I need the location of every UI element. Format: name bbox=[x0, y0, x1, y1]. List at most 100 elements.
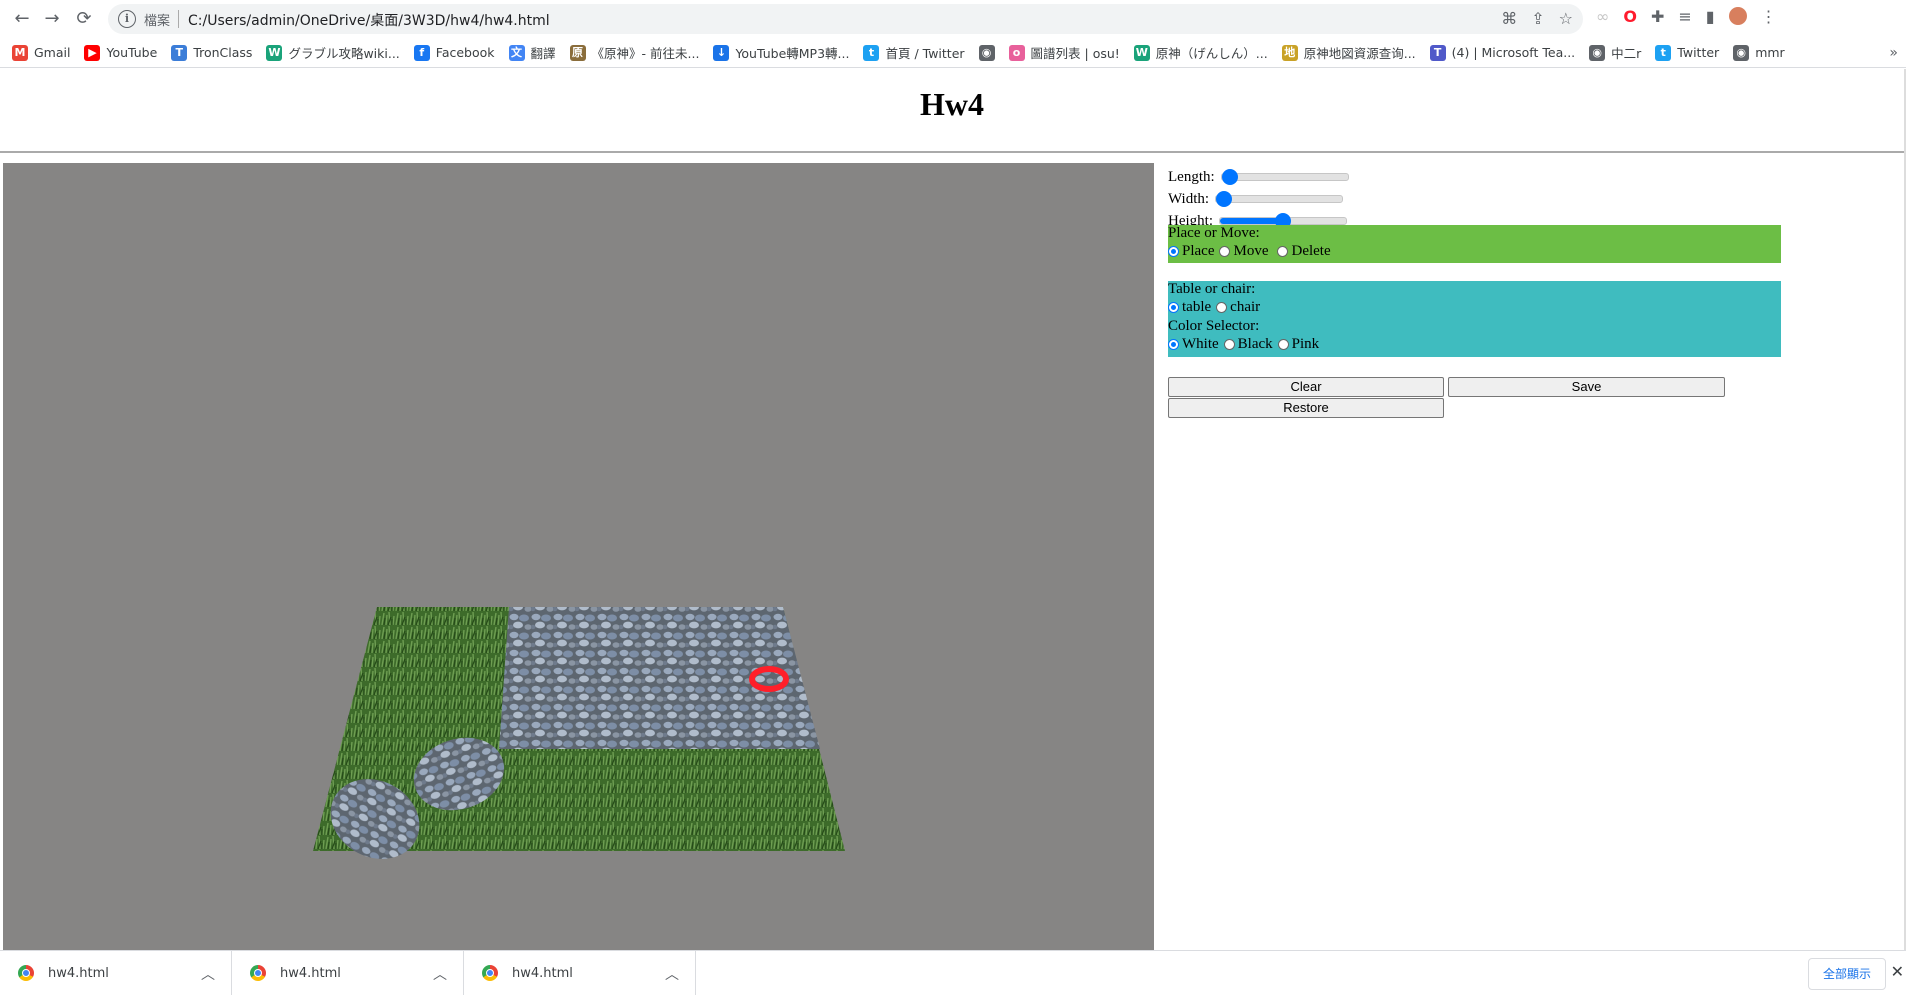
radio-button[interactable] bbox=[1277, 339, 1289, 350]
reading-list-icon[interactable]: ≡ bbox=[1678, 7, 1691, 26]
back-button[interactable]: ← bbox=[10, 7, 34, 31]
forward-button[interactable]: → bbox=[40, 7, 64, 31]
mode-heading: Place or Move: bbox=[1168, 225, 1260, 241]
facebook-icon: f bbox=[413, 44, 430, 61]
radio-label: Black bbox=[1237, 336, 1273, 352]
length-slider-thumb[interactable] bbox=[1221, 169, 1238, 185]
converter-icon: ↓ bbox=[713, 44, 730, 61]
height-slider[interactable] bbox=[1219, 213, 1347, 229]
bookmark-label: 中二r bbox=[1611, 46, 1642, 61]
mode-delete-radio[interactable]: Delete bbox=[1273, 243, 1331, 260]
radio-button[interactable] bbox=[1168, 339, 1179, 350]
mode-options: Place Move Delete bbox=[1168, 242, 1781, 261]
object-table-radio[interactable]: table bbox=[1168, 299, 1211, 316]
bookmarks-more-button[interactable]: » bbox=[1889, 45, 1898, 61]
bookmark-item[interactable]: T (4) | Microsoft Tea... bbox=[1429, 44, 1575, 61]
address-bar[interactable]: i 檔案 C:/Users/admin/OneDrive/桌面/3W3D/hw4… bbox=[108, 4, 1583, 34]
bookmark-star-icon[interactable]: ☆ bbox=[1559, 9, 1573, 28]
teams-icon: T bbox=[1429, 44, 1446, 61]
link-extension-icon[interactable]: ∞ bbox=[1596, 7, 1609, 26]
bookmark-item[interactable]: ◉ bbox=[978, 44, 995, 61]
bookmark-item[interactable]: ◉ mmr bbox=[1733, 44, 1785, 61]
width-slider[interactable] bbox=[1215, 191, 1344, 207]
bookmark-item[interactable]: t Twitter bbox=[1655, 44, 1720, 61]
radio-label: Pink bbox=[1291, 336, 1320, 352]
bookmark-item[interactable]: ◉ 中二r bbox=[1589, 43, 1641, 62]
chrome-file-icon bbox=[18, 965, 34, 981]
tronclass-icon: T bbox=[171, 44, 188, 61]
show-all-downloads-button[interactable]: 全部顯示 bbox=[1807, 958, 1886, 990]
color-pink-radio[interactable]: Pink bbox=[1277, 336, 1320, 353]
save-button[interactable]: Save bbox=[1448, 377, 1725, 397]
color-white-radio[interactable]: White bbox=[1168, 336, 1219, 353]
color-heading: Color Selector: bbox=[1168, 318, 1260, 334]
radio-button[interactable] bbox=[1168, 246, 1179, 257]
bookmark-item[interactable]: o 圖譜列表 | osu! bbox=[1008, 43, 1120, 62]
radio-label: White bbox=[1182, 336, 1219, 352]
reload-button[interactable]: ⟳ bbox=[72, 7, 96, 31]
gmail-icon: M bbox=[12, 44, 28, 61]
bookmark-item[interactable]: 地原神地図資源查询... bbox=[1281, 43, 1416, 62]
wiki2-icon: W bbox=[1133, 44, 1150, 61]
mode-move-radio[interactable]: Move bbox=[1219, 243, 1268, 260]
side-panel-icon[interactable]: ▮ bbox=[1706, 7, 1715, 26]
download-item[interactable]: hw4.html ︿ bbox=[464, 951, 696, 995]
bookmark-label: Twitter bbox=[1677, 45, 1720, 60]
info-icon[interactable]: i bbox=[118, 10, 136, 28]
share-icon[interactable]: ⇪ bbox=[1531, 9, 1544, 28]
length-slider[interactable] bbox=[1220, 169, 1349, 185]
bookmark-item[interactable]: 文翻譯 bbox=[508, 43, 556, 62]
title-divider bbox=[0, 151, 1904, 153]
bookmark-label: 原神（げんしん）... bbox=[1155, 46, 1268, 61]
chevron-up-icon[interactable]: ︿ bbox=[665, 964, 679, 984]
object-heading: Table or chair: bbox=[1168, 281, 1256, 297]
radio-label: chair bbox=[1230, 299, 1261, 315]
opera-extension-icon[interactable]: O bbox=[1623, 7, 1637, 26]
radio-button[interactable] bbox=[1216, 302, 1228, 313]
puzzle-icon[interactable]: ✚ bbox=[1651, 7, 1664, 26]
close-shelf-button[interactable]: ✕ bbox=[1891, 962, 1904, 981]
bookmark-item[interactable]: ▶ YouTube bbox=[84, 44, 157, 61]
download-item[interactable]: hw4.html ︿ bbox=[0, 951, 232, 995]
profile-avatar[interactable] bbox=[1728, 7, 1747, 25]
bookmark-item[interactable]: ↓ YouTube轉MP3轉... bbox=[713, 43, 849, 62]
3d-canvas[interactable] bbox=[3, 163, 1154, 950]
bookmark-label: 翻譯 bbox=[530, 46, 556, 61]
chevron-up-icon[interactable]: ︿ bbox=[433, 964, 447, 984]
bookmark-label: 《原神》- 前往未... bbox=[591, 46, 700, 61]
osu-icon: o bbox=[1008, 44, 1025, 61]
clear-button[interactable]: Clear bbox=[1168, 377, 1444, 397]
menu-icon[interactable]: ⋮ bbox=[1761, 7, 1777, 26]
genshin-icon: 原 bbox=[569, 44, 586, 61]
bookmark-item[interactable]: W グラブル攻略wiki... bbox=[266, 43, 400, 62]
mode-place-radio[interactable]: Place bbox=[1168, 243, 1214, 260]
bookmark-item[interactable]: f Facebook bbox=[413, 44, 495, 61]
length-label: Length: bbox=[1168, 168, 1215, 185]
translate-icon: 文 bbox=[508, 44, 525, 61]
bookmark-item[interactable]: T TronClass bbox=[171, 44, 252, 61]
download-shelf: hw4.html ︿ hw4.html ︿ hw4.html ︿ 全部顯示 ✕ bbox=[0, 950, 1906, 995]
color-black-radio[interactable]: Black bbox=[1223, 336, 1273, 353]
bookmark-label: Facebook bbox=[435, 45, 495, 60]
3d-scene bbox=[313, 607, 845, 859]
radio-button[interactable] bbox=[1277, 246, 1289, 257]
width-slider-thumb[interactable] bbox=[1216, 191, 1233, 207]
browser-toolbar: ← → ⟳ i 檔案 C:/Users/admin/OneDrive/桌面/3W… bbox=[0, 0, 1906, 38]
address-actions: ⌘ ⇪ ☆ bbox=[1501, 9, 1573, 28]
bookmark-item[interactable]: M Gmail bbox=[12, 44, 70, 61]
restore-button[interactable]: Restore bbox=[1168, 398, 1444, 418]
download-item[interactable]: hw4.html ︿ bbox=[232, 951, 464, 995]
chevron-up-icon[interactable]: ︿ bbox=[201, 964, 215, 984]
bookmark-item[interactable]: 原《原神》- 前往未... bbox=[569, 43, 700, 62]
translate-page-icon[interactable]: ⌘ bbox=[1501, 9, 1517, 28]
radio-button[interactable] bbox=[1219, 246, 1231, 257]
globe3-icon: ◉ bbox=[1733, 44, 1750, 61]
bookmark-item[interactable]: W 原神（げんしん）... bbox=[1133, 43, 1268, 62]
bookmark-item[interactable]: t 首頁 / Twitter bbox=[863, 43, 965, 62]
address-url[interactable]: C:/Users/admin/OneDrive/桌面/3W3D/hw4/hw4.… bbox=[188, 10, 550, 30]
object-chair-radio[interactable]: chair bbox=[1216, 299, 1260, 316]
map-icon: 地 bbox=[1281, 44, 1298, 61]
radio-button[interactable] bbox=[1223, 339, 1235, 350]
radio-button[interactable] bbox=[1168, 302, 1179, 313]
globe-icon: ◉ bbox=[978, 44, 995, 61]
